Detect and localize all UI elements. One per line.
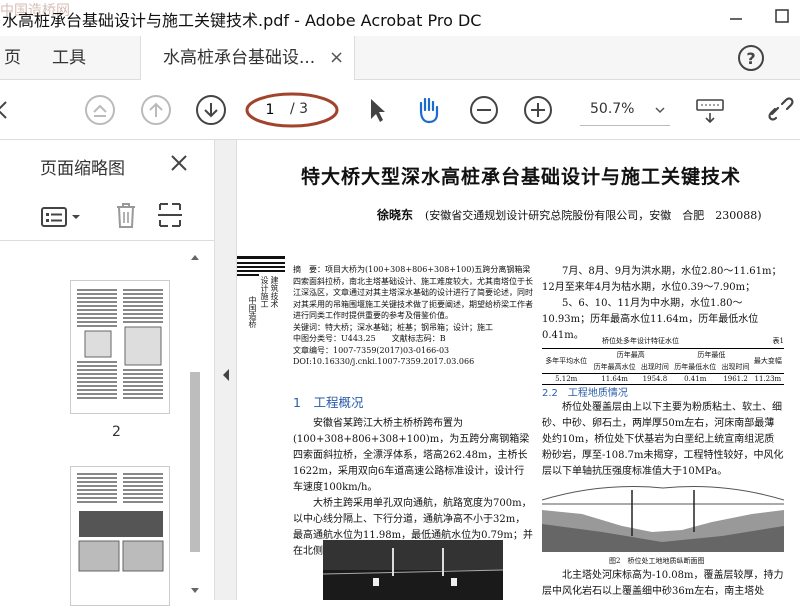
section-1-heading: 1 工程概况 [293, 395, 364, 410]
right-column-top: 7月、8月、9月为洪水期，水位2.80～11.61m；12月至来年4月为枯水期，… [542, 264, 784, 344]
page-thumbnail-preview [77, 289, 163, 399]
scroll-up-arrow-icon [191, 255, 199, 260]
table-header-cell: 最大变幅 [751, 348, 784, 374]
tab-home[interactable]: 页 [4, 36, 34, 80]
scrollbar-thumb [190, 372, 200, 552]
main-toolbar: / 3 50.7% [0, 80, 800, 140]
page-thumbnail[interactable] [70, 280, 170, 414]
page-thumbnail-preview [77, 473, 164, 572]
tab-bar: 页 工具 水高桩承台基础设... × ? [0, 36, 800, 80]
close-tab-icon[interactable]: × [329, 36, 344, 80]
first-page-icon[interactable] [84, 94, 116, 126]
bridge-photo [323, 540, 503, 600]
collapse-arrow-icon [223, 369, 229, 381]
page-thumbnail[interactable] [70, 466, 170, 606]
table-header-cell: 多年平均水位 [542, 348, 591, 374]
window-title: 水高桩承台基础设计与施工关键技术.pdf - Adobe Acrobat Pro… [2, 11, 482, 30]
zoom-in-icon[interactable] [522, 94, 554, 126]
svg-text:?: ? [746, 49, 755, 68]
article-id: 文章编号：1007-7359(2017)03-0166-03 [293, 345, 450, 355]
tab-tools-label: 工具 [52, 48, 86, 68]
chevron-down-icon [655, 107, 665, 114]
section-1-body: 安徽省某跨江大桥主桥桥跨布置为(100+308+806+308+100)m，为五… [293, 416, 533, 560]
tab-tools[interactable]: 工具 [52, 36, 112, 80]
geology-paragraph: 桥位处覆盖层由上以下主要为粉质粘土、软土、细砂、中砂、卵石土，两岸厚50m左右，… [542, 402, 784, 477]
table-cell: 1961.2 [719, 373, 752, 385]
table-header-cell: 出现时间 [721, 363, 750, 371]
table-header-cell: 历年最高 [590, 348, 672, 361]
table-header-cell: 出现时间 [640, 363, 669, 371]
geological-profile-figure [542, 480, 784, 552]
geology-paragraph: 北主塔处河床标高为-10.08m，覆盖层较厚，持力层中风化岩石以上覆盖细中砂36… [542, 570, 784, 597]
help-icon[interactable]: ? [737, 44, 765, 72]
next-page-icon[interactable] [195, 94, 227, 126]
previous-page-icon[interactable] [140, 94, 172, 126]
doi: DOI:10.16330/j.cnki.1007-7359.2017.03.06… [293, 357, 475, 366]
table-cell: 11.64m [590, 373, 639, 385]
zoom-out-icon[interactable] [468, 94, 500, 126]
table-cell: 11.23m [751, 373, 784, 385]
abstract-block: 摘 要：项目大桥为(100+308+806+308+100)五跨分离钢箱梁四索面… [293, 264, 533, 368]
classification: 中图分类号：U443.25 文献标志码：B [293, 334, 446, 343]
keywords: 关键词：特大桥；深水基础；桩基；钢吊箱；设计；施工 [293, 322, 493, 332]
pdf-page: 特大桥大型深水高桩承台基础设计与施工关键技术 徐晓东 (安徽省交通规划设计研究总院… [237, 140, 800, 600]
maximize-button[interactable] [768, 4, 796, 30]
close-panel-icon[interactable] [168, 152, 190, 174]
scroll-down-arrow-icon [191, 588, 199, 593]
abstract-text: 摘 要：项目大桥为(100+308+806+308+100)五跨分离钢箱梁四索面… [293, 265, 533, 320]
delete-page-icon[interactable] [113, 200, 139, 230]
section-2-2-heading: 2.2 工程地质情况 [542, 388, 628, 399]
table-cell: 1954.8 [638, 373, 672, 385]
panel-title: 页面缩略图 [40, 159, 125, 179]
keyboard-scroll-icon[interactable] [694, 94, 726, 126]
document-author-line: 徐晓东 (安徽省交通规划设计研究总院股份有限公司，安徽 合肥 230088) [377, 206, 762, 223]
side-tag-text-2: 建筑技术 [270, 276, 279, 308]
collapse-panel-handle[interactable] [215, 140, 237, 600]
water-level-paragraph: 7月、8月、9月为洪水期，水位2.80～11.61m；12月至来年4月为枯水期，… [542, 266, 782, 293]
table-header-cell: 历年最低 [671, 348, 752, 361]
tab-document[interactable]: 水高桩承台基础设... × [140, 36, 355, 80]
table-caption: 桥位处多年设计特征水位 [602, 337, 679, 345]
figure-2-caption: 图2 桥位处工地地质纵断面图 [609, 557, 705, 565]
section-2-2-body: 桥位处覆盖层由上以下主要为粉质粘土、软土、细砂、中砂、卵石土，两岸厚50m左右，… [542, 400, 784, 480]
page-highlight-ellipse [245, 92, 339, 128]
link-icon[interactable] [764, 94, 796, 126]
author-affiliation: (安徽省交通规划设计研究总院股份有限公司，安徽 合肥 230088) [425, 209, 762, 222]
section-2-2-continued: 北主塔处河床标高为-10.08m，覆盖层较厚，持力层中风化岩石以上覆盖细中砂36… [542, 568, 784, 600]
page-thumbnails-panel: 页面缩略图 2 [0, 140, 215, 606]
thumbnail-options-icon[interactable] [40, 204, 88, 230]
toolbar-left-arrow-icon[interactable] [0, 94, 24, 126]
journal-side-tag: 设计施工 建筑技术 中国造桥 [237, 256, 285, 368]
table-header-cell: 历年最高水位 [593, 363, 636, 371]
zoom-value: 50.7% [590, 101, 635, 117]
zoom-dropdown[interactable]: 50.7% [580, 94, 670, 126]
table-header-cell: 历年最低水位 [674, 363, 717, 371]
table-cell: 0.41m [671, 373, 720, 385]
side-tag-text-3: 中国造桥 [248, 296, 257, 328]
document-title: 特大桥大型深水高桩承台基础设计与施工关键技术 [301, 166, 742, 188]
water-level-table: 桥位处多年设计特征水位 表1 多年平均水位 历年最高 历年最低 最大变幅 历年最… [542, 336, 784, 385]
window-titlebar: 中国造桥网 水高桩承台基础设计与施工关键技术.pdf - Adobe Acrob… [0, 0, 800, 36]
hand-tool-icon[interactable] [412, 94, 444, 126]
tab-document-label: 水高桩承台基础设... [163, 48, 316, 68]
tab-home-label: 页 [4, 48, 21, 68]
page-thumbnail-label: 2 [112, 424, 121, 440]
minimize-button[interactable] [722, 4, 750, 30]
thumbnail-scrollbar[interactable] [186, 250, 204, 600]
author-name: 徐晓东 [377, 208, 414, 222]
table-body: 多年平均水位 历年最高 历年最低 最大变幅 历年最高水位 出现时间 历年最低水位… [542, 348, 784, 385]
panel-divider [0, 240, 215, 241]
crop-pages-icon[interactable] [156, 200, 184, 230]
table-number: 表1 [772, 337, 784, 345]
section-1-paragraph: 安徽省某跨江大桥主桥桥跨布置为(100+308+806+308+100)m，为五… [293, 418, 530, 493]
document-view[interactable]: 特大桥大型深水高桩承台基础设计与施工关键技术 徐晓东 (安徽省交通规划设计研究总院… [237, 140, 800, 600]
table-cell: 5.12m [542, 373, 591, 385]
select-cursor-icon[interactable] [362, 94, 394, 126]
